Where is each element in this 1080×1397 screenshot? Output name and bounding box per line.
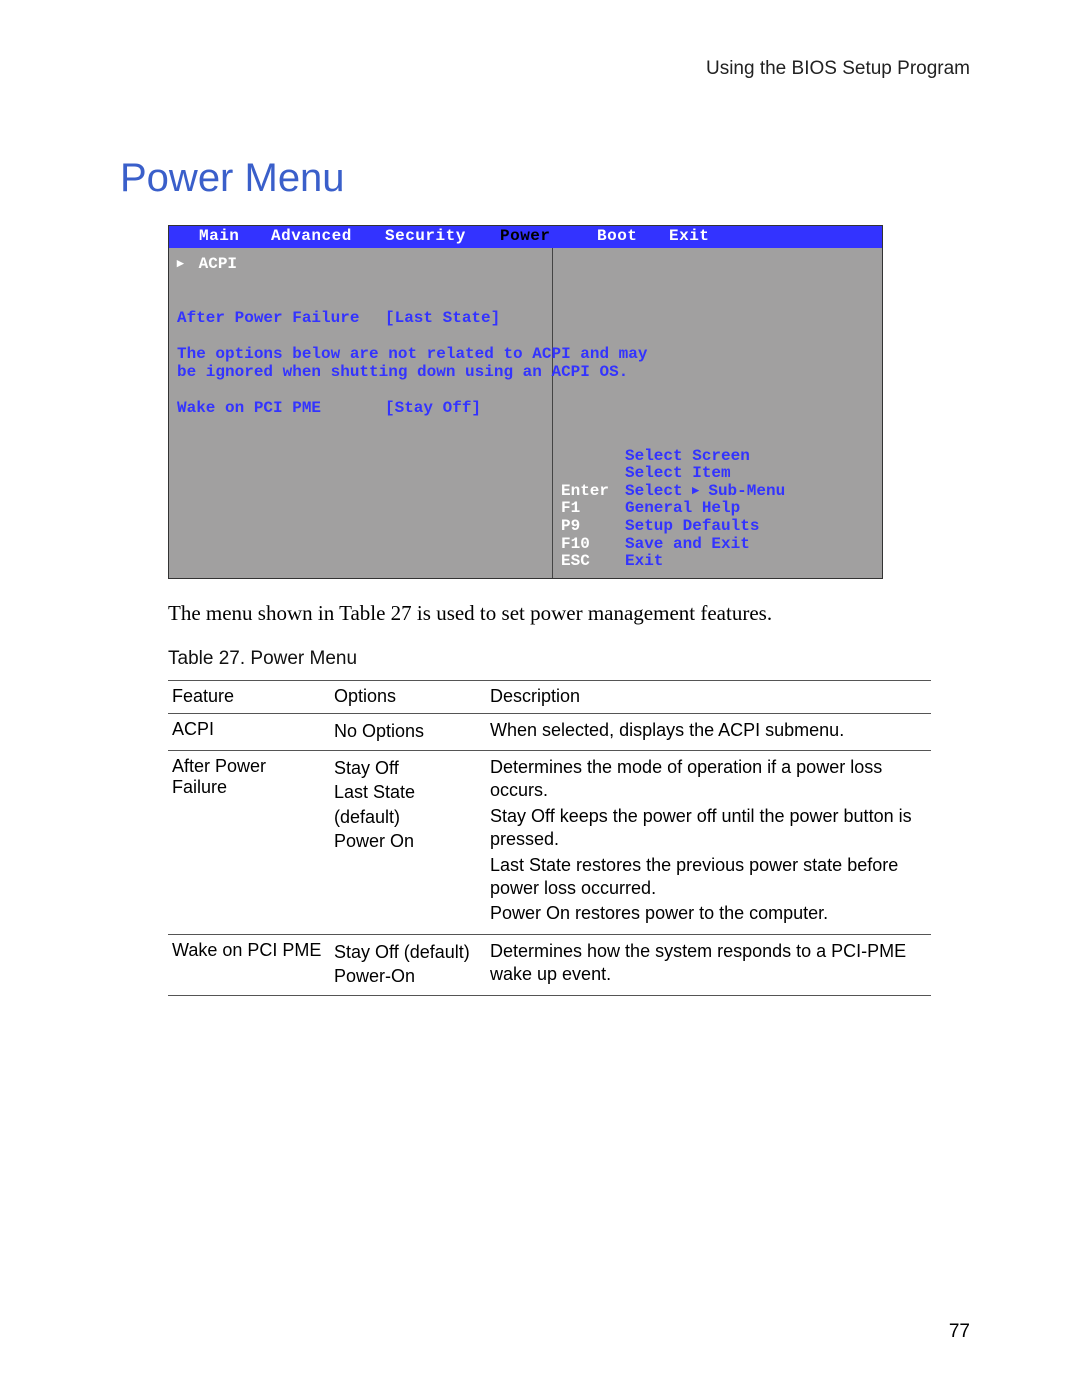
menu-main: Main xyxy=(199,228,271,246)
after-power-failure-value: [Last State] xyxy=(385,310,500,328)
hv-5: Save and Exit xyxy=(625,536,750,554)
wake-on-pci-pme-label: Wake on PCI PME xyxy=(177,400,385,418)
cell-description: Determines the mode of operation if a po… xyxy=(486,750,931,934)
page-title: Power Menu xyxy=(120,156,970,201)
cell-options: No Options xyxy=(330,713,486,750)
hk-4: P9 xyxy=(561,518,625,536)
cell-options: Stay Off Last State (default) Power On xyxy=(330,750,486,934)
th-description: Description xyxy=(486,680,931,713)
table-caption: Table 27. Power Menu xyxy=(168,648,970,670)
th-options: Options xyxy=(330,680,486,713)
hv-0: Select Screen xyxy=(625,448,750,466)
menu-advanced: Advanced xyxy=(271,228,385,246)
power-menu-table: Feature Options Description ACPI No Opti… xyxy=(168,680,931,996)
hk-6: ESC xyxy=(561,553,625,571)
bios-right-pane: Select Screen Select Item EnterSelect Su… xyxy=(553,248,882,578)
page-header: Using the BIOS Setup Program xyxy=(120,58,970,80)
cell-feature: Wake on PCI PME xyxy=(168,934,330,995)
after-power-failure-label: After Power Failure xyxy=(177,310,385,328)
hv-2: Select Sub-Menu xyxy=(625,483,785,501)
table-row: After Power Failure Stay Off Last State … xyxy=(168,750,931,934)
cell-description: When selected, displays the ACPI submenu… xyxy=(486,713,931,750)
cell-options: Stay Off (default) Power-On xyxy=(330,934,486,995)
page-number: 77 xyxy=(949,1321,970,1343)
note-line-2: be ignored when shutting down using an A… xyxy=(177,364,546,382)
hk-3: F1 xyxy=(561,500,625,518)
cell-description: Determines how the system responds to a … xyxy=(486,934,931,995)
hk-1 xyxy=(561,465,625,483)
acpi-item: ACPI xyxy=(199,255,237,273)
description-paragraph: The menu shown in Table 27 is used to se… xyxy=(168,601,970,626)
cell-feature: ACPI xyxy=(168,713,330,750)
menu-exit: Exit xyxy=(669,228,709,246)
bios-screenshot: Main Advanced Security Power Boot Exit A… xyxy=(168,225,883,579)
hv-6: Exit xyxy=(625,553,663,571)
wake-on-pci-pme-value: [Stay Off] xyxy=(385,400,481,418)
table-row: ACPI No Options When selected, displays … xyxy=(168,713,931,750)
bios-left-pane: ACPI After Power Failure[Last State] The… xyxy=(169,248,553,578)
hk-2: Enter xyxy=(561,483,625,501)
note-line-1: The options below are not related to ACP… xyxy=(177,346,546,364)
submenu-arrow-icon xyxy=(177,256,189,274)
hv-1: Select Item xyxy=(625,465,731,483)
table-row: Wake on PCI PME Stay Off (default) Power… xyxy=(168,934,931,995)
hk-5: F10 xyxy=(561,536,625,554)
th-feature: Feature xyxy=(168,680,330,713)
cell-feature: After Power Failure xyxy=(168,750,330,934)
menu-power: Power xyxy=(500,228,597,246)
bios-body: ACPI After Power Failure[Last State] The… xyxy=(169,248,882,578)
menu-security: Security xyxy=(385,228,500,246)
menu-boot: Boot xyxy=(597,228,669,246)
hk-0 xyxy=(561,448,625,466)
hv-4: Setup Defaults xyxy=(625,518,759,536)
hv-3: General Help xyxy=(625,500,740,518)
help-key-list: Select Screen Select Item EnterSelect Su… xyxy=(561,448,876,571)
bios-menubar: Main Advanced Security Power Boot Exit xyxy=(169,226,882,248)
